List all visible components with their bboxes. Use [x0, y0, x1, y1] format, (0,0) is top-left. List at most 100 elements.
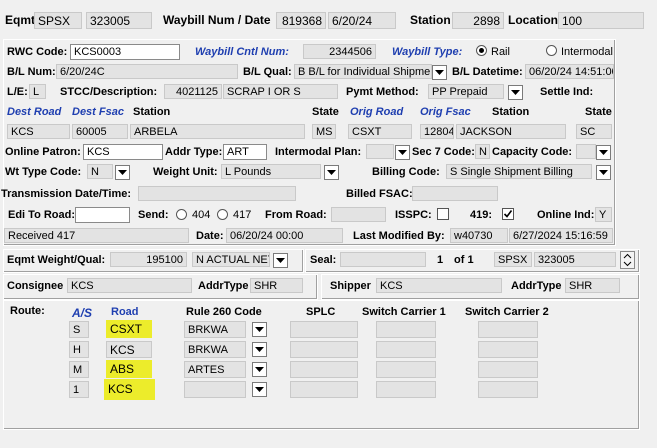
sec7-code-field[interactable]: N	[475, 144, 490, 159]
route-row-2-switch1[interactable]	[376, 361, 436, 378]
orig-road-field: CSXT	[348, 124, 412, 139]
route-row-2-as[interactable]: M	[69, 361, 89, 378]
billing-code-dropdown-icon[interactable]	[596, 165, 611, 180]
waybill-type-rail-radio[interactable]	[476, 45, 487, 56]
eqmt-weight-qual-field[interactable]: N ACTUAL NET	[192, 252, 270, 267]
addr-type-label: Addr Type:	[165, 146, 223, 158]
seal-label: Seal:	[310, 254, 337, 266]
wt-type-code-label: Wt Type Code:	[5, 166, 82, 178]
stcc-description-label: STCC/Description:	[60, 86, 158, 98]
dest-road-label: Dest Road	[7, 106, 62, 118]
location-label: Location	[508, 13, 558, 27]
capacity-code-field[interactable]	[576, 144, 596, 159]
intermodal-plan-field[interactable]	[366, 144, 394, 159]
route-row-1-splc[interactable]	[290, 341, 358, 358]
route-row-1-switch1[interactable]	[376, 341, 436, 358]
route-row-3-switch2[interactable]	[478, 381, 538, 398]
route-row-3-road[interactable]: KCS	[104, 379, 155, 400]
date-label: Date:	[196, 230, 224, 242]
route-row-0-rule-dropdown-icon[interactable]	[252, 322, 267, 337]
received-status-field: Received 417	[4, 228, 189, 243]
last-modified-by-label: Last Modified By:	[353, 230, 445, 242]
bl-num-field[interactable]: 6/20/24C	[56, 64, 238, 79]
bl-qual-field[interactable]: B B/L for Individual Shipment	[294, 64, 432, 79]
intermodal-plan-dropdown-icon[interactable]	[395, 145, 410, 160]
seal-value-field	[340, 252, 426, 267]
route-col-splc: SPLC	[306, 306, 336, 318]
route-row-0-switch2[interactable]	[478, 321, 538, 338]
capacity-code-dropdown-icon[interactable]	[596, 145, 611, 160]
consignee-addrtype-label: AddrType	[198, 280, 249, 292]
pymt-method-field[interactable]: PP Prepaid	[428, 84, 504, 99]
waybill-type-intermodal-label: Intermodal	[561, 46, 613, 58]
wt-type-code-field[interactable]: N	[87, 164, 113, 179]
route-row-0-switch1[interactable]	[376, 321, 436, 338]
chevron-up-icon[interactable]	[621, 252, 634, 260]
stcc-code-field: 4021125	[164, 84, 222, 99]
route-row-2-rule[interactable]: ARTES	[184, 361, 246, 378]
sec7-code-label: Sec 7 Code:	[412, 146, 475, 158]
billing-code-label: Billing Code:	[372, 166, 440, 178]
edi-to-road-label: Edi To Road:	[8, 209, 76, 221]
pymt-method-dropdown-icon[interactable]	[508, 85, 523, 100]
online-patron-label: Online Patron:	[5, 146, 81, 158]
send-404-label: 404	[192, 209, 211, 221]
send-404-radio[interactable]	[176, 209, 187, 220]
route-row-0-rule[interactable]: BRKWA	[184, 321, 246, 338]
billing-code-field[interactable]: S Single Shipment Billing	[446, 164, 592, 179]
orig-state-field: SC	[576, 124, 612, 139]
shipper-addrtype-field: SHR	[565, 278, 620, 293]
route-row-0-as[interactable]: S	[69, 321, 89, 338]
route-row-3-splc[interactable]	[290, 381, 358, 398]
route-col-as: A/S	[72, 306, 93, 320]
from-road-label: From Road:	[265, 209, 327, 221]
eqmt-weight-qual-dropdown-icon[interactable]	[273, 253, 288, 268]
route-row-1-as[interactable]: H	[69, 341, 89, 358]
bl-qual-dropdown-icon[interactable]	[432, 65, 447, 80]
route-row-2-rule-dropdown-icon[interactable]	[252, 362, 267, 377]
weight-unit-dropdown-icon[interactable]	[324, 165, 339, 180]
online-ind-label: Online Ind:	[537, 209, 595, 221]
addr-type-input[interactable]: ART	[223, 144, 267, 160]
route-row-1-rule-dropdown-icon[interactable]	[252, 342, 267, 357]
bl-num-label: B/L Num:	[7, 66, 56, 78]
waybill-type-intermodal-radio[interactable]	[546, 45, 557, 56]
send-417-radio[interactable]	[217, 209, 228, 220]
route-row-2-road[interactable]: ABS	[106, 360, 152, 378]
isspc-label: ISSPC:	[395, 209, 432, 221]
rwc-code-input[interactable]: KCS0003	[70, 44, 180, 60]
route-col-switch1: Switch Carrier 1	[362, 306, 446, 318]
chevron-down-icon[interactable]	[621, 260, 634, 268]
route-row-0-splc[interactable]	[290, 321, 358, 338]
orig-station-field: JACKSON	[456, 124, 566, 139]
seal-initial-field: SPSX	[494, 252, 532, 267]
edi-to-road-input[interactable]	[75, 207, 130, 223]
consignee-addrtype-field: SHR	[250, 278, 303, 293]
isspc-checkbox[interactable]	[437, 208, 449, 220]
route-row-0-road[interactable]: CSXT	[106, 320, 152, 338]
dest-state-label: State	[312, 106, 339, 118]
route-row-2-switch2[interactable]	[478, 361, 538, 378]
route-row-3-switch1[interactable]	[376, 381, 436, 398]
wt-type-code-dropdown-icon[interactable]	[115, 165, 130, 180]
n419-checkbox[interactable]	[502, 208, 514, 220]
seal-spinner[interactable]	[620, 251, 635, 269]
last-modified-time-field: 6/27/2024 15:16:59	[509, 228, 613, 243]
eqmt-weight-field: 195100	[110, 252, 187, 267]
eqmt-initial-field: SPSX	[34, 12, 82, 29]
route-row-1-rule[interactable]: BRKWA	[184, 341, 246, 358]
last-modified-user-field: w40730	[450, 228, 508, 243]
weight-unit-field[interactable]: L Pounds	[221, 164, 321, 179]
orig-state-label: State	[585, 106, 612, 118]
route-row-3-as[interactable]: 1	[69, 381, 89, 398]
online-patron-input[interactable]: KCS	[83, 144, 163, 160]
route-row-2-splc[interactable]	[290, 361, 358, 378]
stcc-description-field: SCRAP I OR S	[223, 84, 338, 99]
route-row-3-rule[interactable]	[184, 381, 246, 398]
route-row-1-road[interactable]: KCS	[106, 341, 152, 358]
waybill-type-label: Waybill Type:	[392, 46, 463, 58]
route-row-3-rule-dropdown-icon[interactable]	[252, 382, 267, 397]
route-row-1-switch2[interactable]	[478, 341, 538, 358]
waybill-date-field: 6/20/24	[328, 12, 396, 29]
date-field: 06/20/24 00:00	[226, 228, 343, 243]
